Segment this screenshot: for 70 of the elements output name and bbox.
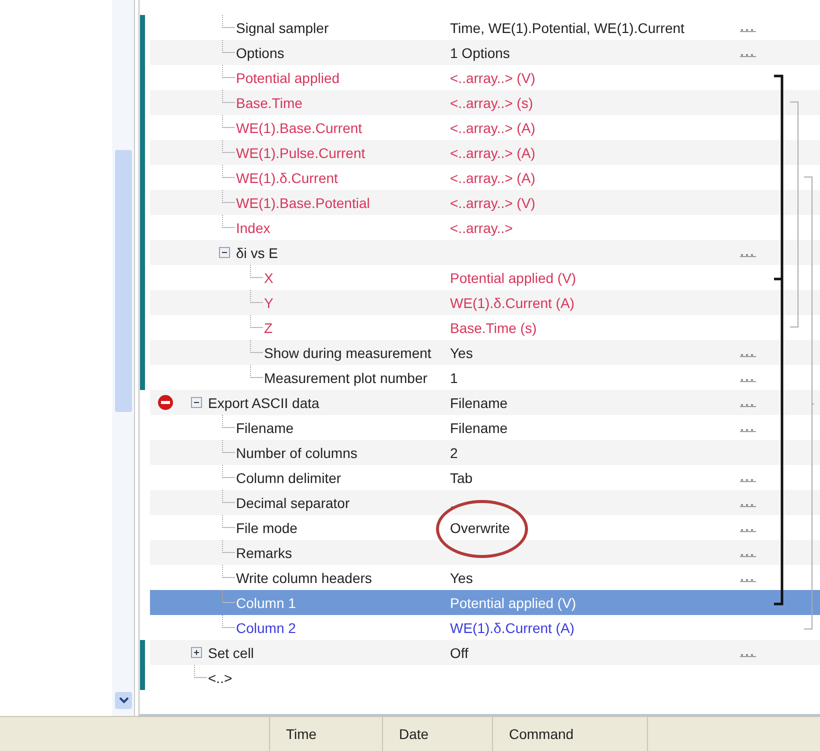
property-name: Index — [236, 220, 270, 236]
property-value: <..array..> (A) — [450, 144, 536, 160]
property-value: Yes — [450, 344, 473, 360]
tree-row[interactable]: Options 1 Options — [150, 40, 820, 65]
property-name: δi vs E — [236, 244, 278, 260]
chevron-down-icon — [118, 697, 128, 704]
property-name: WE(1).δ.Current — [236, 170, 338, 186]
property-value: Tab — [450, 470, 473, 486]
property-name: <..> — [208, 670, 232, 686]
status-panel: Command — [493, 717, 648, 751]
property-name: Potential applied — [236, 70, 340, 86]
tree-row[interactable]: WE(1).Pulse.Current <..array..> (A) — [150, 140, 820, 165]
property-value: <..array..> (A) — [450, 170, 536, 186]
property-name: Column delimiter — [236, 470, 342, 486]
property-value: Filename — [450, 420, 508, 436]
tree-row[interactable]: Number of columns 2 — [150, 440, 820, 465]
property-value: <..array..> (V) — [450, 194, 536, 210]
property-value: Potential applied (V) — [450, 270, 576, 286]
property-name: X — [264, 270, 274, 286]
property-name: Decimal separator — [236, 494, 350, 510]
property-name: Write column headers — [236, 570, 372, 586]
property-value: Potential applied (V) — [450, 594, 576, 610]
status-panel: Time — [270, 717, 383, 751]
expand-icon[interactable] — [190, 647, 202, 658]
property-value: Yes — [450, 570, 473, 586]
scrollbar-thumb[interactable] — [115, 150, 132, 412]
property-name: Y — [264, 294, 274, 310]
collapse-icon[interactable] — [190, 397, 202, 408]
status-panel: Date — [383, 717, 493, 751]
property-name: WE(1).Pulse.Current — [236, 144, 366, 160]
tree-row[interactable]: Y WE(1).δ.Current (A) — [150, 290, 820, 315]
property-name: Filename — [236, 420, 294, 436]
property-value: 2 — [450, 444, 458, 460]
property-name: Signal sampler — [236, 20, 329, 36]
property-value: 1 Options — [450, 44, 510, 60]
property-value: Filename — [450, 394, 508, 410]
property-name: Column 1 — [236, 594, 296, 610]
property-name: WE(1).Base.Potential — [236, 194, 370, 210]
property-name: Options — [236, 44, 284, 60]
property-value: <..array..> — [450, 220, 513, 236]
tree-row[interactable]: δi vs E — [150, 240, 820, 265]
property-value: WE(1).δ.Current (A) — [450, 620, 574, 636]
tree-row[interactable]: Export ASCII data Filename — [150, 390, 820, 415]
tree-row[interactable]: Base.Time <..array..> (s) — [150, 90, 820, 115]
property-name: Number of columns — [236, 444, 358, 460]
tree-row[interactable]: Set cell Off — [150, 640, 820, 665]
property-value: 1 — [450, 370, 458, 386]
property-name: Measurement plot number — [264, 370, 428, 386]
property-value: Overwrite — [450, 520, 510, 536]
tree-row[interactable]: Show during measurement Yes — [150, 340, 820, 365]
property-value: Time, WE(1).Potential, WE(1).Current — [450, 20, 684, 36]
property-name: WE(1).Base.Current — [236, 120, 362, 136]
property-name: Z — [264, 320, 273, 336]
scroll-down-button[interactable] — [115, 692, 132, 709]
property-value: Base.Time (s) — [450, 320, 537, 336]
property-name: Export ASCII data — [208, 394, 320, 410]
property-name: File mode — [236, 520, 298, 536]
property-name: Set cell — [208, 644, 254, 660]
property-value: Off — [450, 644, 468, 660]
property-value: <..array..> (A) — [450, 120, 536, 136]
property-name: Base.Time — [236, 94, 302, 110]
collapse-icon[interactable] — [218, 247, 230, 258]
tree-row[interactable]: Remarks — [150, 540, 820, 565]
property-name: Show during measurement — [264, 344, 432, 360]
property-value: <..array..> (V) — [450, 70, 536, 86]
property-value: <..array..> (s) — [450, 94, 533, 110]
property-value: WE(1).δ.Current (A) — [450, 294, 574, 310]
property-name: Column 2 — [236, 620, 296, 636]
tree-row[interactable]: WE(1).Base.Potential <..array..> (V) — [150, 190, 820, 215]
property-name: Remarks — [236, 544, 292, 560]
